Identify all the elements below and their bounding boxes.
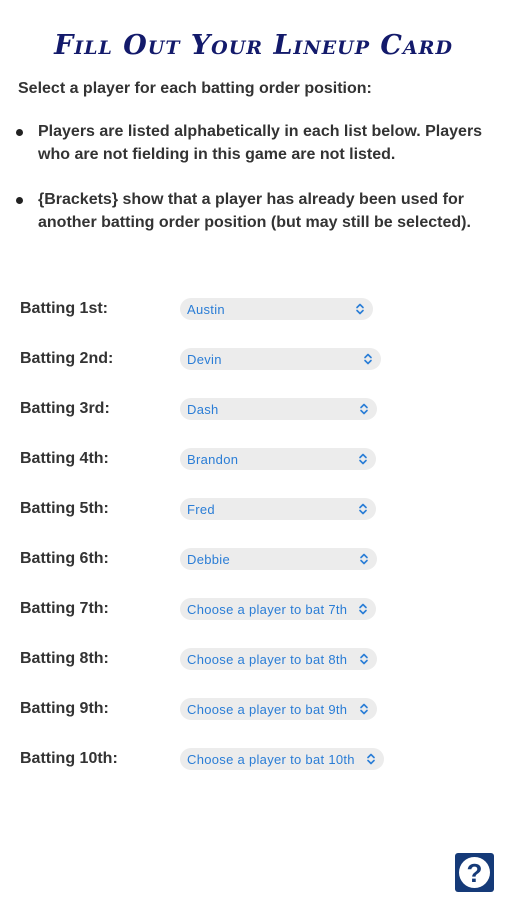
select-value: Choose a player to bat 9th: [187, 701, 348, 717]
chevron-up-down-icon: [359, 603, 367, 615]
select-value: Devin: [187, 351, 222, 367]
batting-position-label: Batting 6th:: [20, 550, 109, 567]
select-value: Choose a player to bat 10th: [187, 751, 355, 767]
batting-position-label: Batting 8th:: [20, 650, 109, 667]
chevron-up-down-icon: [360, 653, 368, 665]
page-title: Fill Out Your Lineup Card: [54, 30, 453, 61]
select-value: Debbie: [187, 551, 230, 567]
instruction-text: Players are listed alphabetically in eac…: [38, 123, 483, 163]
select-value: Austin: [187, 301, 225, 317]
batting-position-label: Batting 3rd:: [20, 400, 110, 417]
chevron-up-down-icon: [356, 303, 364, 315]
instruction-item: Players are listed alphabetically in eac…: [16, 120, 491, 166]
instruction-item: {Brackets} show that a player has alread…: [16, 188, 491, 234]
bullet-icon: [16, 197, 23, 204]
player-select-10[interactable]: Choose a player to bat 10th: [180, 748, 384, 770]
player-select-7[interactable]: Choose a player to bat 7th: [180, 598, 376, 620]
batting-position-label: Batting 10th:: [20, 750, 118, 767]
player-select-9[interactable]: Choose a player to bat 9th: [180, 698, 377, 720]
batting-position-label: Batting 5th:: [20, 500, 109, 517]
chevron-up-down-icon: [360, 703, 368, 715]
player-select-8[interactable]: Choose a player to bat 8th: [180, 648, 377, 670]
player-select-3[interactable]: Dash: [180, 398, 377, 420]
select-value: Choose a player to bat 7th: [187, 601, 348, 617]
player-select-4[interactable]: Brandon: [180, 448, 376, 470]
select-value: Choose a player to bat 8th: [187, 651, 348, 667]
chevron-up-down-icon: [360, 553, 368, 565]
bullet-icon: [16, 129, 23, 136]
select-value: Dash: [187, 401, 219, 417]
batting-position-label: Batting 9th:: [20, 700, 109, 717]
batting-position-label: Batting 2nd:: [20, 350, 114, 367]
help-button[interactable]: ?: [455, 853, 494, 892]
player-select-5[interactable]: Fred: [180, 498, 376, 520]
select-value: Brandon: [187, 451, 239, 467]
instruction-text: {Brackets} show that a player has alread…: [38, 191, 471, 231]
chevron-up-down-icon: [367, 753, 375, 765]
player-select-1[interactable]: Austin: [180, 298, 373, 320]
player-select-2[interactable]: Devin: [180, 348, 381, 370]
batting-position-label: Batting 1st:: [20, 300, 108, 317]
select-value: Fred: [187, 501, 215, 517]
chevron-up-down-icon: [360, 403, 368, 415]
batting-position-label: Batting 4th:: [20, 450, 109, 467]
intro-text: Select a player for each batting order p…: [18, 80, 372, 97]
chevron-up-down-icon: [364, 353, 372, 365]
instructions-list: Players are listed alphabetically in eac…: [16, 120, 491, 256]
player-select-6[interactable]: Debbie: [180, 548, 377, 570]
batting-position-label: Batting 7th:: [20, 600, 109, 617]
chevron-up-down-icon: [359, 453, 367, 465]
question-icon: ?: [459, 857, 490, 888]
chevron-up-down-icon: [359, 503, 367, 515]
